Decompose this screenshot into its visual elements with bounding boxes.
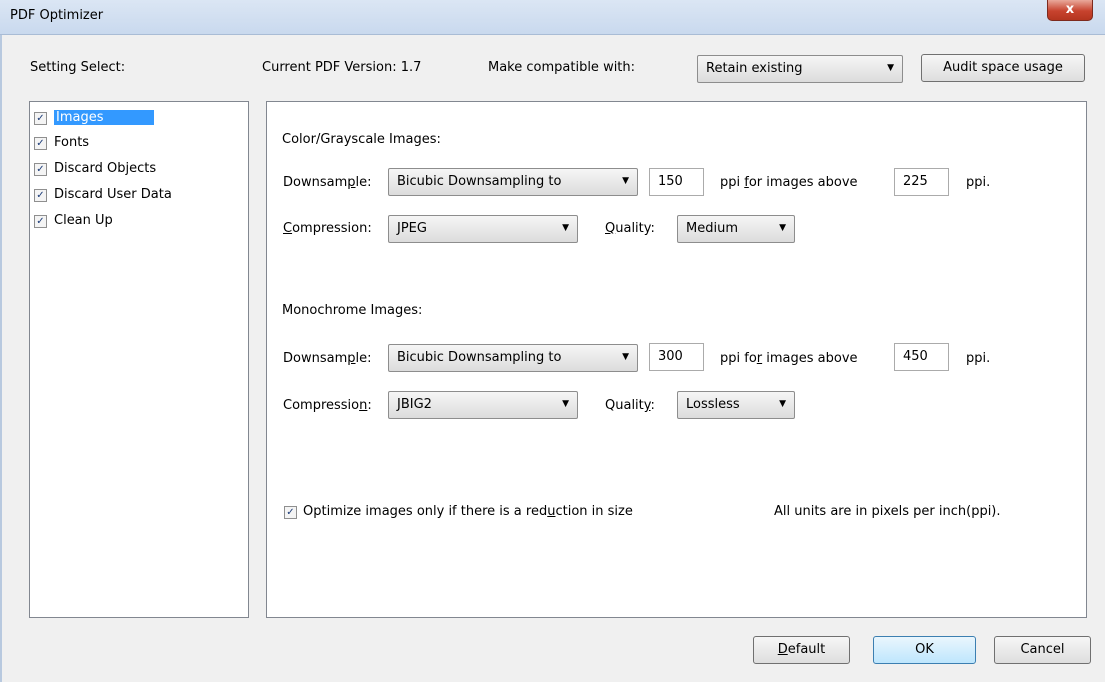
compat-dropdown[interactable]: Retain existing ▼ <box>697 55 903 83</box>
checkbox-icon[interactable]: ✓ <box>34 215 47 228</box>
compat-label: Make compatible with: <box>488 60 636 75</box>
window-title: PDF Optimizer <box>10 8 104 23</box>
mono-ppi-input[interactable]: 300 <box>649 343 704 371</box>
sidebar-item-label: Images <box>54 110 154 125</box>
sidebar-item-label: Clean Up <box>54 213 113 228</box>
sidebar-item-label: Fonts <box>54 135 90 150</box>
compat-value: Retain existing <box>706 61 803 76</box>
chevron-down-icon: ▼ <box>622 176 629 186</box>
sidebar-item-images[interactable]: ✓ Images <box>34 108 244 132</box>
ok-button[interactable]: OK <box>873 636 976 664</box>
mono-ppi-above-label: ppi for images above <box>720 351 858 366</box>
color-quality-value: Medium <box>686 221 738 236</box>
mono-quality-value: Lossless <box>686 397 740 412</box>
close-icon[interactable]: x <box>1047 0 1093 21</box>
mono-images-heading: Monochrome Images: <box>282 303 423 318</box>
chevron-down-icon: ▼ <box>562 223 569 233</box>
color-downsample-value: Bicubic Downsampling to <box>397 174 562 189</box>
color-ppi-input[interactable]: 150 <box>649 168 704 196</box>
optimize-label: Optimize images only if there is a reduc… <box>303 504 633 519</box>
sidebar-item-clean-up[interactable]: ✓ Clean Up <box>34 211 244 235</box>
color-ppi-above-label: ppi for images above <box>720 175 858 190</box>
sidebar-item-fonts[interactable]: ✓ Fonts <box>34 133 244 157</box>
checkbox-icon[interactable]: ✓ <box>34 189 47 202</box>
mono-downsample-label: Downsample: <box>283 351 372 366</box>
window-border <box>0 35 2 682</box>
color-downsample-label: Downsample: <box>283 175 372 190</box>
sidebar-item-discard-objects[interactable]: ✓ Discard Objects <box>34 159 244 183</box>
mono-quality-label: Quality: <box>605 398 655 413</box>
title-bar[interactable]: PDF Optimizer x <box>0 0 1105 35</box>
color-downsample-dropdown[interactable]: Bicubic Downsampling to ▼ <box>388 168 638 196</box>
setting-select-label: Setting Select: <box>30 60 126 75</box>
mono-compression-value: JBIG2 <box>397 397 432 412</box>
sidebar-item-label: Discard User Data <box>54 187 172 202</box>
audit-space-usage-button[interactable]: Audit space usage <box>921 54 1085 82</box>
chevron-down-icon: ▼ <box>887 63 894 73</box>
color-quality-dropdown[interactable]: Medium ▼ <box>677 215 795 243</box>
mono-compression-label: Compression: <box>283 398 372 413</box>
chevron-down-icon: ▼ <box>779 223 786 233</box>
sidebar-item-label: Discard Objects <box>54 161 157 176</box>
color-compression-value: JPEG <box>397 221 427 236</box>
color-images-heading: Color/Grayscale Images: <box>282 132 441 147</box>
checkbox-icon[interactable]: ✓ <box>34 112 47 125</box>
color-compression-dropdown[interactable]: JPEG ▼ <box>388 215 578 243</box>
mono-downsample-dropdown[interactable]: Bicubic Downsampling to ▼ <box>388 344 638 372</box>
color-above-input[interactable]: 225 <box>894 168 949 196</box>
checkbox-icon[interactable]: ✓ <box>34 137 47 150</box>
color-quality-label: Quality: <box>605 221 655 236</box>
chevron-down-icon: ▼ <box>779 399 786 409</box>
mono-compression-dropdown[interactable]: JBIG2 ▼ <box>388 391 578 419</box>
default-button[interactable]: Default <box>753 636 850 664</box>
mono-above-input[interactable]: 450 <box>894 343 949 371</box>
mono-quality-dropdown[interactable]: Lossless ▼ <box>677 391 795 419</box>
color-ppi-suffix: ppi. <box>966 175 991 190</box>
chevron-down-icon: ▼ <box>622 352 629 362</box>
chevron-down-icon: ▼ <box>562 399 569 409</box>
mono-ppi-suffix: ppi. <box>966 351 991 366</box>
cancel-button[interactable]: Cancel <box>994 636 1091 664</box>
units-note: All units are in pixels per inch(ppi). <box>774 504 1001 519</box>
pdf-version-label: Current PDF Version: 1.7 <box>262 60 422 75</box>
sidebar-item-discard-user-data[interactable]: ✓ Discard User Data <box>34 185 244 209</box>
mono-downsample-value: Bicubic Downsampling to <box>397 350 562 365</box>
checkbox-icon[interactable]: ✓ <box>34 163 47 176</box>
color-compression-label: Compression: <box>283 221 372 236</box>
settings-list[interactable]: ✓ Images ✓ Fonts ✓ Discard Objects ✓ Dis… <box>29 101 249 618</box>
optimize-checkbox[interactable]: ✓ <box>284 506 297 519</box>
